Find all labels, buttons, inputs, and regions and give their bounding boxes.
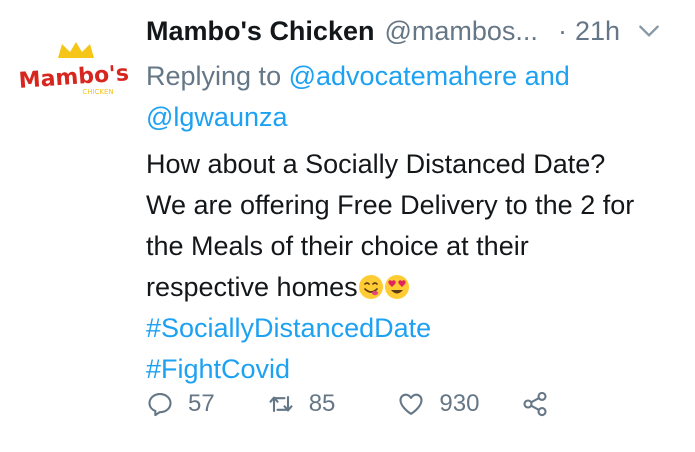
- reply-mention-lgwaunza[interactable]: @lgwaunza: [146, 102, 288, 132]
- tweet-content: Mambo's Chicken @mambos... · 21h Replyin…: [146, 6, 686, 390]
- crown-icon: [58, 42, 94, 58]
- reply-button[interactable]: 57: [146, 390, 215, 418]
- share-icon: [523, 391, 548, 417]
- like-icon: [399, 393, 423, 415]
- reply-icon: [148, 393, 172, 417]
- retweet-button[interactable]: 85: [267, 390, 336, 418]
- retweet-icon: [269, 395, 293, 413]
- tweet-text: How about a Socially Distanced Date? We …: [146, 144, 686, 390]
- heart-eyes-emoji-icon: [384, 275, 409, 299]
- reply-count: 57: [188, 390, 215, 417]
- tweet-actions: 57 85 930: [146, 390, 549, 418]
- tweet-text-line-with-emoji: respective homes: [146, 267, 686, 308]
- like-count: 930: [439, 390, 480, 417]
- tweet-text-line: We are offering Free Delivery to the 2 f…: [146, 190, 635, 220]
- tweet-header: Mambo's Chicken @mambos... · 21h: [146, 6, 686, 56]
- tweet-text-line: respective homes: [146, 272, 358, 302]
- tweet-text-line: the Meals of their choice at their: [146, 231, 529, 261]
- reply-context: Replying to @advocatemahere and @lgwaunz…: [146, 56, 686, 138]
- timestamp[interactable]: 21h: [575, 16, 620, 47]
- display-name[interactable]: Mambo's Chicken: [146, 16, 374, 47]
- avatar-logo-subtext: CHICKEN: [82, 88, 113, 96]
- avatar[interactable]: Mambo's CHICKEN: [18, 40, 130, 104]
- yum-face-emoji-icon: [358, 275, 383, 299]
- chevron-down-icon[interactable]: [636, 18, 662, 44]
- hashtag-sociallydistanceddate[interactable]: #SociallyDistancedDate: [146, 308, 686, 349]
- like-button[interactable]: 930: [397, 390, 479, 418]
- tweet-text-line: How about a Socially Distanced Date?: [146, 149, 606, 179]
- user-handle[interactable]: @mambos...: [384, 16, 537, 47]
- tweet[interactable]: Mambo's CHICKEN Mambo's Chicken @mambos.…: [0, 0, 695, 452]
- hashtag-fightcovid[interactable]: #FightCovid: [146, 349, 686, 390]
- reply-mention-advocatemahere[interactable]: @advocatemahere: [289, 61, 518, 91]
- retweet-count: 85: [308, 390, 336, 417]
- share-button[interactable]: [521, 390, 549, 418]
- separator-dot: ·: [557, 15, 567, 46]
- reply-prefix: Replying to: [146, 61, 282, 91]
- reply-and[interactable]: and: [525, 61, 570, 91]
